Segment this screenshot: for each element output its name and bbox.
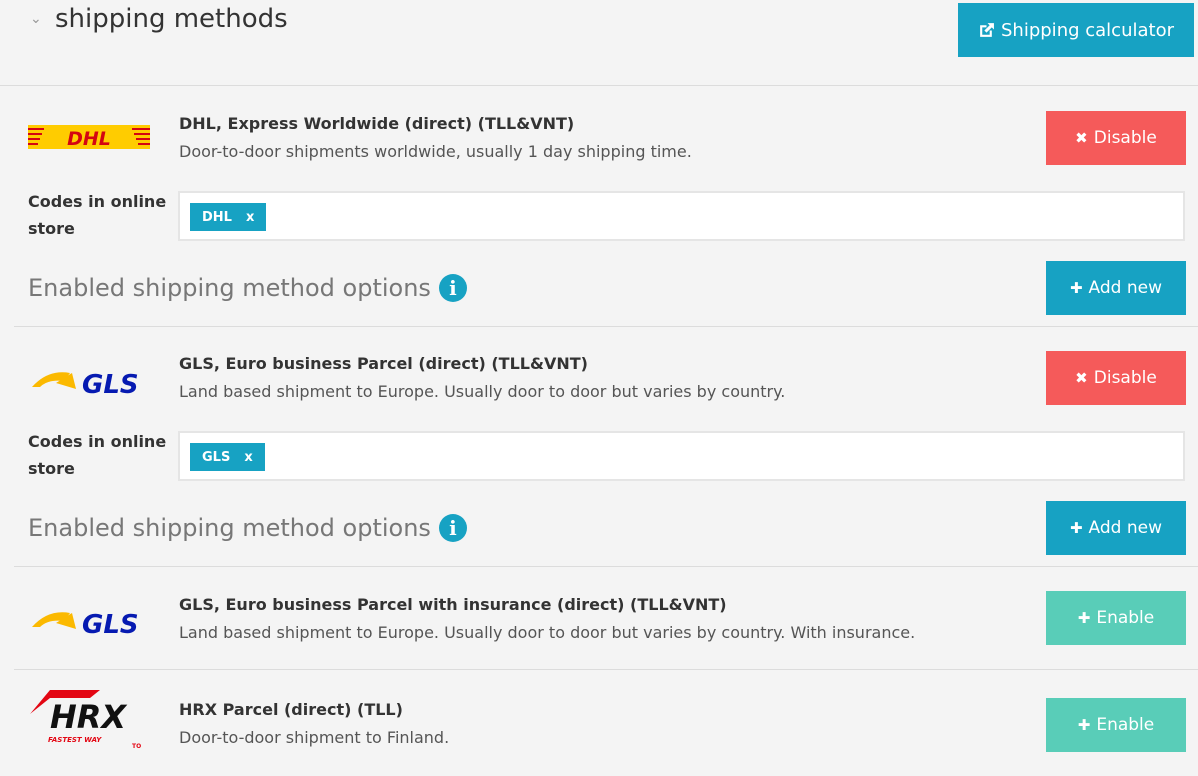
chevron-down-icon[interactable]: ⌄ xyxy=(30,11,42,27)
plus-icon: ✚ xyxy=(1069,279,1083,297)
shipping-method-hrx: HRX FASTEST WAY TO HRX Parcel (direct) (… xyxy=(14,670,1198,776)
codes-label: Codes in online store xyxy=(28,432,167,478)
shipping-method-gls: GLS GLS, Euro business Parcel (direct) (… xyxy=(14,327,1198,567)
shipping-method-dhl: DHL DHL, Express Worldwide (direct) (TLL… xyxy=(14,87,1198,327)
disable-label: Disable xyxy=(1093,128,1157,148)
info-icon[interactable]: i xyxy=(438,514,467,542)
method-description: Land based shipment to Europe. Usually d… xyxy=(179,382,786,401)
method-description: Door-to-door shipment to Finland. xyxy=(179,728,450,747)
hrx-logo: HRX FASTEST WAY TO xyxy=(30,690,141,750)
add-new-label: Add new xyxy=(1088,518,1163,538)
code-tag-label: GLS xyxy=(202,449,231,465)
code-tag: GLS x xyxy=(190,443,265,471)
method-title: HRX Parcel (direct) (TLL) xyxy=(179,700,403,719)
options-heading: Enabled shipping method options i xyxy=(28,514,467,542)
enable-label: Enable xyxy=(1096,608,1155,628)
method-title: DHL, Express Worldwide (direct) (TLL&VNT… xyxy=(179,114,575,133)
codes-input[interactable]: DHL x xyxy=(178,191,1185,241)
add-new-button[interactable]: ✚ Add new xyxy=(1046,501,1186,555)
hrx-logo-to: TO xyxy=(132,743,141,750)
disable-label: Disable xyxy=(1093,368,1157,388)
gls-logo: GLS xyxy=(32,610,139,640)
gls-logo: GLS xyxy=(32,370,139,400)
close-icon: ✖ xyxy=(1075,369,1088,387)
plus-icon: ✚ xyxy=(1069,519,1083,537)
remove-tag-button[interactable]: x xyxy=(246,210,254,225)
add-new-button[interactable]: ✚ Add new xyxy=(1046,261,1186,315)
codes-input[interactable]: GLS x xyxy=(178,431,1185,481)
code-tag-label: DHL xyxy=(202,209,232,225)
method-title: GLS, Euro business Parcel with insurance… xyxy=(179,595,727,614)
enable-button[interactable]: ✚ Enable xyxy=(1046,591,1186,645)
hrx-logo-tagline: FASTEST WAY xyxy=(48,736,102,744)
shipping-calculator-button[interactable]: Shipping calculator xyxy=(958,3,1194,57)
enable-button[interactable]: ✚ Enable xyxy=(1046,698,1186,752)
method-description: Door-to-door shipments worldwide, usuall… xyxy=(179,142,692,161)
method-description: Land based shipment to Europe. Usually d… xyxy=(179,623,916,642)
options-heading: Enabled shipping method options i xyxy=(28,274,467,302)
hrx-logo-text: HRX xyxy=(50,698,127,736)
dhl-logo: DHL xyxy=(28,125,150,150)
enable-label: Enable xyxy=(1096,715,1155,735)
disable-button[interactable]: ✖ Disable xyxy=(1046,111,1186,165)
options-label: Enabled shipping method options xyxy=(28,274,431,302)
plus-icon: ✚ xyxy=(1077,716,1091,734)
section-title: shipping methods xyxy=(55,4,288,34)
options-label: Enabled shipping method options xyxy=(28,514,431,542)
remove-tag-button[interactable]: x xyxy=(244,450,252,465)
close-icon: ✖ xyxy=(1075,129,1088,147)
gls-logo-text: GLS xyxy=(82,370,139,400)
shipping-method-gls-insurance: GLS GLS, Euro business Parcel with insur… xyxy=(14,567,1198,670)
shipping-calculator-label: Shipping calculator xyxy=(1001,19,1174,41)
dhl-logo-text: DHL xyxy=(67,128,111,150)
external-link-icon xyxy=(980,22,994,37)
code-tag: DHL x xyxy=(190,203,267,231)
add-new-label: Add new xyxy=(1088,278,1163,298)
method-title: GLS, Euro business Parcel (direct) (TLL&… xyxy=(179,354,588,373)
codes-label: Codes in online store xyxy=(28,192,167,238)
plus-icon: ✚ xyxy=(1077,609,1091,627)
section-header: ⌄ shipping methods Shipping calculator xyxy=(0,0,1198,86)
info-icon[interactable]: i xyxy=(438,274,467,302)
gls-logo-text: GLS xyxy=(82,610,139,640)
disable-button[interactable]: ✖ Disable xyxy=(1046,351,1186,405)
